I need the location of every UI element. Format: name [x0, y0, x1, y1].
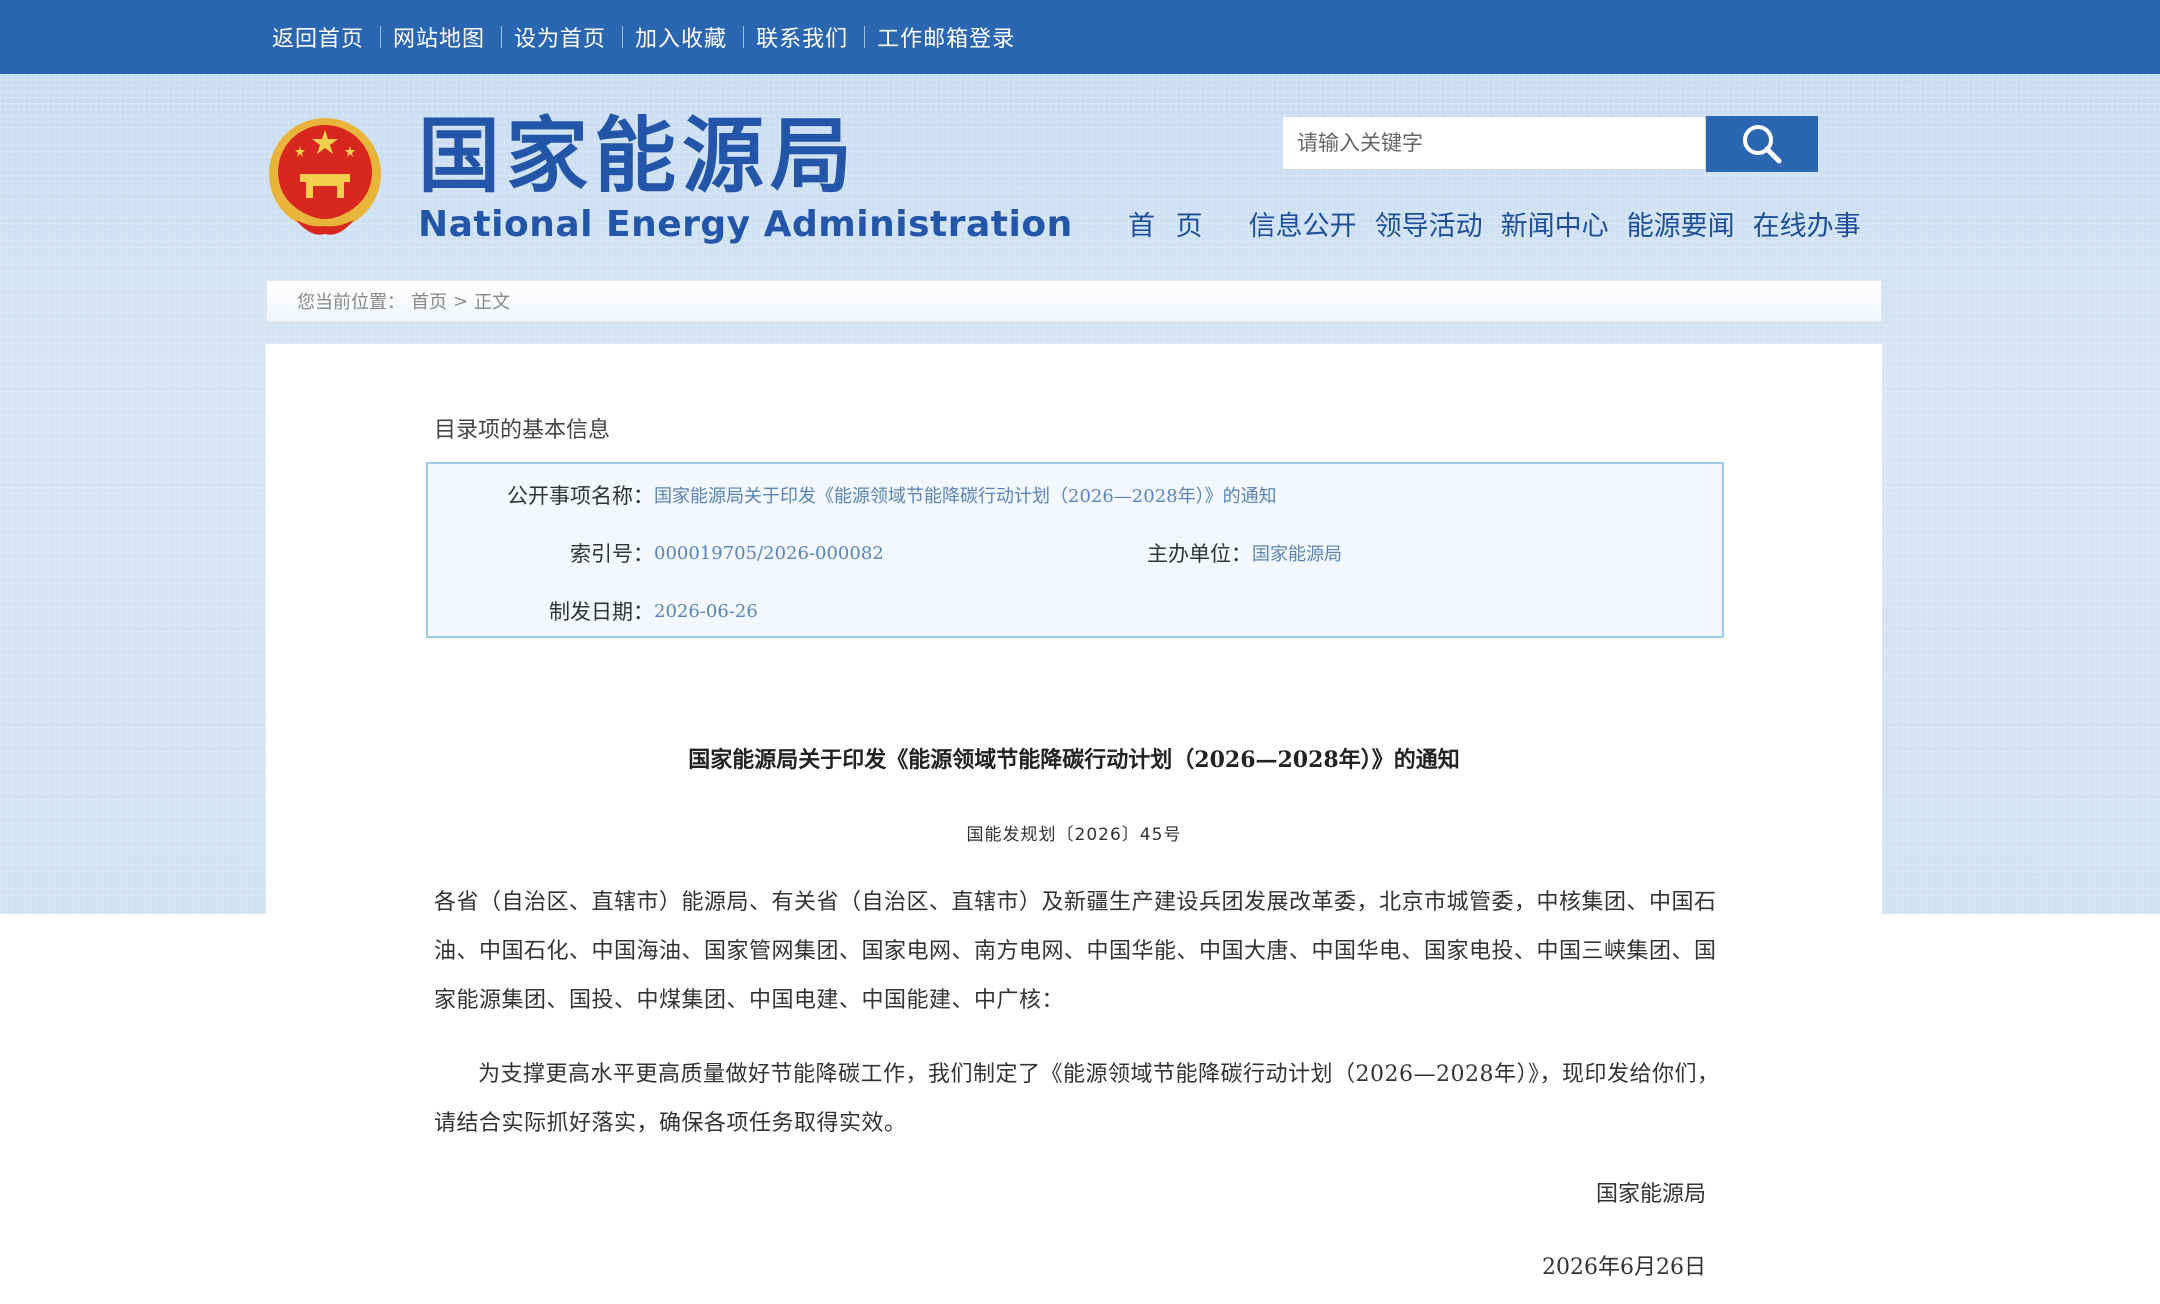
document-body: 为支撑更高水平更高质量做好节能降碳工作，我们制定了《能源领域节能降碳行动计划（2…	[434, 1062, 1720, 1136]
search-button[interactable]	[1706, 116, 1818, 172]
catalog-info-box: 公开事项名称： 国家能源局关于印发《能源领域节能降碳行动计划（2026—2028…	[426, 462, 1724, 638]
breadcrumb-separator: >	[453, 290, 469, 312]
search-icon	[1743, 125, 1782, 164]
utility-link-contact[interactable]: 联系我们	[756, 21, 877, 53]
divider	[864, 26, 866, 48]
info-label: 制发日期：	[549, 600, 654, 624]
utility-links: 返回首页 网站地图 设为首页 加入收藏 联系我们 工作邮箱登录	[272, 0, 1015, 74]
utility-link-set-homepage[interactable]: 设为首页	[514, 21, 635, 53]
utility-link-label[interactable]: 联系我们	[756, 21, 848, 53]
site-title-en: National Energy Administration	[418, 204, 1073, 245]
divider	[380, 26, 382, 48]
info-label: 主办单位：	[1147, 542, 1252, 566]
content-panel: 目录项的基本信息 公开事项名称： 国家能源局关于印发《能源领域节能降碳行动计划（…	[266, 344, 1882, 1304]
breadcrumb-current: 正文	[474, 292, 511, 313]
info-row-date: 制发日期： 2026-06-26	[428, 594, 758, 628]
nav-news-center[interactable]: 新闻中心	[1501, 204, 1609, 243]
utility-link-label[interactable]: 网站地图	[393, 21, 485, 53]
info-row-org: 主办单位： 国家能源局	[1048, 536, 1342, 570]
catalog-heading: 目录项的基本信息	[434, 418, 611, 443]
site-title-cn[interactable]: 国家能源局	[418, 116, 858, 198]
top-utility-bar: 返回首页 网站地图 设为首页 加入收藏 联系我们 工作邮箱登录	[0, 0, 2160, 74]
info-label: 公开事项名称：	[507, 484, 654, 508]
utility-link-label[interactable]: 返回首页	[272, 21, 364, 53]
document-number: 国能发规划〔2026〕45号	[966, 825, 1182, 845]
info-label: 索引号：	[570, 542, 654, 566]
divider	[743, 26, 745, 48]
utility-link-label[interactable]: 设为首页	[514, 21, 606, 53]
info-row-name: 公开事项名称： 国家能源局关于印发《能源领域节能降碳行动计划（2026—2028…	[428, 478, 1277, 512]
utility-link-label[interactable]: 工作邮箱登录	[877, 21, 1015, 53]
info-value-index: 000019705/2026-000082	[654, 542, 884, 564]
info-value-org: 国家能源局	[1252, 544, 1342, 565]
document-date: 2026年6月26日	[1542, 1255, 1706, 1280]
nav-home[interactable]: 首 页	[1128, 204, 1209, 243]
divider	[622, 26, 624, 48]
info-value-name: 国家能源局关于印发《能源领域节能降碳行动计划（2026—2028年）》的通知	[654, 486, 1277, 507]
info-row-index: 索引号： 000019705/2026-000082	[428, 536, 974, 570]
info-value-date: 2026-06-26	[654, 600, 758, 622]
breadcrumb-home[interactable]: 首页	[411, 288, 447, 314]
document-signature: 国家能源局	[1595, 1182, 1706, 1207]
nav-online-services[interactable]: 在线办事	[1753, 204, 1861, 243]
utility-link-email-login[interactable]: 工作邮箱登录	[877, 21, 1015, 53]
main-navigation: 首 页 信息公开 领导活动 新闻中心 能源要闻 在线办事	[1128, 200, 1879, 246]
breadcrumb: 您当前位置： 首页 > 正文	[266, 280, 1882, 322]
utility-link-sitemap[interactable]: 网站地图	[393, 21, 514, 53]
utility-link-home[interactable]: 返回首页	[272, 21, 393, 53]
search-input[interactable]: 请输入关键字	[1282, 116, 1706, 170]
nav-information-disclosure[interactable]: 信息公开	[1249, 204, 1357, 243]
utility-link-favorite[interactable]: 加入收藏	[635, 21, 756, 53]
utility-link-label[interactable]: 加入收藏	[635, 21, 727, 53]
divider	[501, 26, 503, 48]
nav-energy-news[interactable]: 能源要闻	[1627, 204, 1735, 243]
document-title: 国家能源局关于印发《能源领域节能降碳行动计划（2026—2028年）》的通知	[688, 747, 1460, 773]
nav-leadership-activities[interactable]: 领导活动	[1375, 204, 1483, 243]
document-recipients: 各省（自治区、直辖市）能源局、有关省（自治区、直辖市）及新疆生产建设兵团发展改革…	[434, 890, 1717, 1013]
national-emblem-icon[interactable]	[266, 116, 384, 238]
breadcrumb-prefix: 您当前位置：	[297, 292, 405, 313]
